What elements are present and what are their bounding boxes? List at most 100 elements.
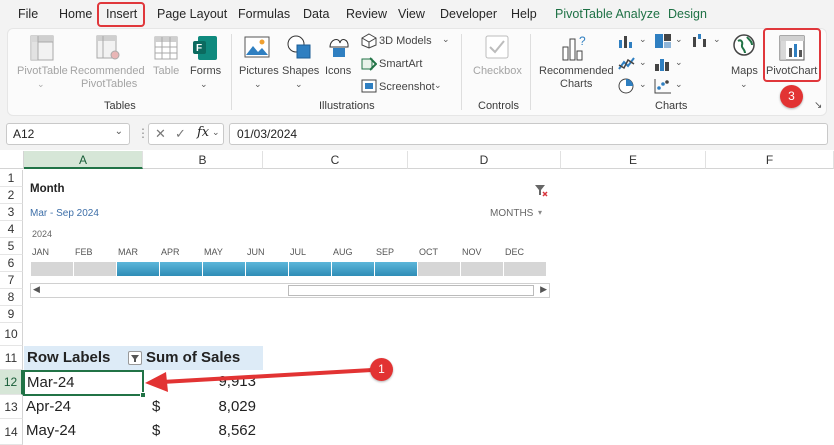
row-header-14[interactable]: 14 (0, 419, 23, 445)
tab-page-layout[interactable]: Page Layout (157, 7, 227, 21)
tab-view[interactable]: View (398, 7, 425, 21)
column-header-c[interactable]: C (263, 151, 408, 169)
statistic-chart-icon (655, 59, 669, 71)
timeline-month-label: JUN (247, 247, 265, 257)
dialog-launcher-icon[interactable]: ↘ (814, 100, 822, 111)
recommended-pivottables-button[interactable]: Recommended (70, 65, 145, 78)
table-button[interactable]: Table (153, 65, 179, 78)
shapes-button[interactable]: Shapes (282, 65, 319, 78)
column-header-a[interactable]: A (24, 151, 143, 169)
maps-button[interactable]: Maps (731, 65, 758, 78)
row-header-3[interactable]: 3 (0, 204, 23, 221)
row-header-10[interactable]: 10 (0, 323, 23, 346)
row-header-7[interactable]: 7 (0, 272, 23, 289)
row-header-6[interactable]: 6 (0, 255, 23, 272)
column-header-d[interactable]: D (408, 151, 561, 169)
tab-data[interactable]: Data (303, 7, 329, 21)
fill-handle[interactable] (140, 392, 146, 398)
cancel-icon[interactable]: ✕ (155, 126, 166, 142)
timeline-level-dropdown[interactable]: MONTHS (490, 208, 533, 219)
timeline-month-bar[interactable] (160, 262, 202, 276)
tab-file[interactable]: File (18, 7, 38, 21)
pivot-header-row-labels[interactable]: Row Labels (24, 346, 143, 370)
timeline-month-bar[interactable] (504, 262, 546, 276)
smartart-icon (361, 57, 377, 71)
timeline-month-bar[interactable] (117, 262, 159, 276)
pivotchart-highlight (763, 28, 821, 82)
row-header-5[interactable]: 5 (0, 238, 23, 255)
enter-check-icon[interactable]: ✓ (175, 126, 186, 142)
tab-formulas[interactable]: Formulas (238, 7, 290, 21)
chevron-down-icon[interactable]: ⌄ (675, 79, 683, 90)
scroll-right-icon[interactable]: ▶ (540, 284, 547, 295)
chevron-down-icon[interactable]: ⌄ (212, 127, 220, 138)
scroll-left-icon[interactable]: ◀ (33, 284, 40, 295)
smartart-button[interactable]: SmartArt (379, 58, 422, 71)
timeline-month-bar[interactable] (31, 262, 73, 276)
pivot-header-sum[interactable]: Sum of Sales (143, 346, 263, 370)
timeline-month-bar[interactable] (203, 262, 245, 276)
timeline-slicer[interactable]: Month Mar - Sep 2024 MONTHS ▾ 2024 JAN FE… (24, 170, 556, 302)
timeline-month-bar[interactable] (332, 262, 374, 276)
row-header-2[interactable]: 2 (0, 187, 23, 204)
chevron-down-icon[interactable]: ⌄ (639, 34, 647, 45)
timeline-month-label: FEB (75, 247, 93, 257)
forms-icon: F (193, 36, 217, 60)
chevron-down-icon[interactable]: ⌄ (115, 126, 123, 137)
sum-of-sales-header: Sum of Sales (146, 349, 241, 366)
column-header-e[interactable]: E (561, 151, 706, 169)
chevron-down-icon[interactable]: ⌄ (675, 34, 683, 45)
pivottable-button[interactable]: PivotTable (17, 65, 68, 78)
chevron-down-icon[interactable]: ⌄ (675, 57, 683, 68)
row-header-11[interactable]: 11 (0, 346, 23, 370)
formula-input[interactable]: 01/03/2024 (229, 123, 828, 145)
column-header-f[interactable]: F (706, 151, 834, 169)
tab-review[interactable]: Review (346, 7, 387, 21)
recommended-charts-button[interactable]: Recommended (539, 65, 614, 78)
clear-filter-icon[interactable] (534, 183, 548, 197)
forms-button[interactable]: Forms (190, 65, 221, 78)
timeline-month-bar[interactable] (246, 262, 288, 276)
tab-design[interactable]: Design (668, 7, 707, 21)
row-header-1[interactable]: 1 (0, 170, 23, 187)
active-cell-a12[interactable]: Mar-24 (23, 370, 146, 398)
screenshot-button[interactable]: Screenshot (379, 81, 435, 94)
tab-help[interactable]: Help (511, 7, 537, 21)
tab-home[interactable]: Home (59, 7, 92, 21)
timeline-scrollbar[interactable]: ◀ ▶ (30, 283, 550, 298)
chevron-down-icon[interactable]: ⌄ (713, 34, 721, 45)
timeline-month-bar[interactable] (375, 262, 417, 276)
column-header-b[interactable]: B (143, 151, 263, 169)
scroll-thumb[interactable] (288, 285, 534, 296)
tab-pivottable-analyze[interactable]: PivotTable Analyze (555, 7, 660, 21)
row-header-13[interactable]: 13 (0, 395, 23, 419)
name-box[interactable]: A12 ⌄ (6, 123, 130, 145)
row-header-9[interactable]: 9 (0, 306, 23, 323)
timeline-month-bar[interactable] (461, 262, 503, 276)
group-label-tables: Tables (104, 100, 136, 112)
tab-developer[interactable]: Developer (440, 7, 497, 21)
checkbox-button[interactable]: Checkbox (473, 65, 522, 78)
chevron-down-icon[interactable]: ⌄ (639, 79, 647, 90)
row-header-12[interactable]: 12 (0, 370, 23, 395)
chevron-down-icon[interactable]: ▾ (538, 208, 542, 217)
scatter-chart-icon (654, 79, 671, 94)
row-labels-header: Row Labels (27, 349, 111, 366)
select-all-corner[interactable] (0, 151, 24, 169)
chevron-down-icon: ⌄ (200, 79, 208, 89)
row-header-4[interactable]: 4 (0, 221, 23, 238)
row-header-8[interactable]: 8 (0, 289, 23, 306)
timeline-month-label: DEC (505, 247, 525, 257)
filter-dropdown-button[interactable] (128, 351, 142, 365)
icons-button[interactable]: Icons (325, 65, 351, 78)
timeline-month-bar[interactable] (418, 262, 460, 276)
cube-3d-icon (361, 33, 377, 49)
timeline-month-bar[interactable] (74, 262, 116, 276)
3d-models-button[interactable]: 3D Models (379, 35, 432, 48)
chevron-down-icon[interactable]: ⌄ (639, 57, 647, 68)
insert-function-button[interactable]: fx (197, 125, 209, 140)
timeline-month-bar[interactable] (289, 262, 331, 276)
pictures-button[interactable]: Pictures (239, 65, 279, 78)
pivot-value: 9,913 (218, 373, 256, 390)
timeline-month-label: JUL (290, 247, 307, 257)
